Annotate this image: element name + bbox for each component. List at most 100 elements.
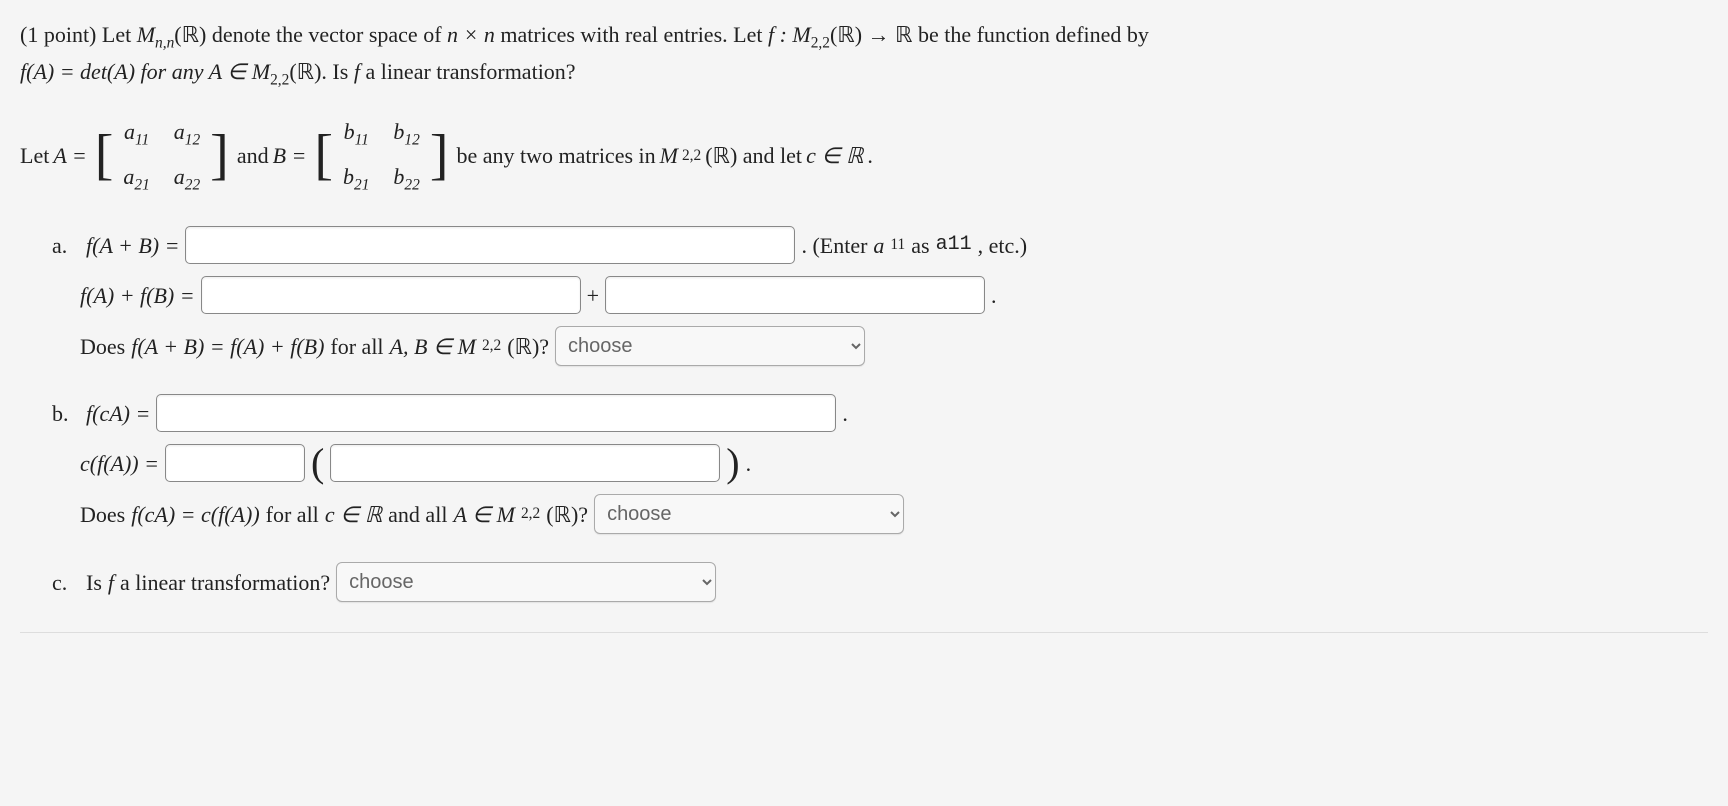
problem-container: (1 point) Let Mn,n(ℝ) denote the vector … xyxy=(20,18,1708,633)
part-c-f: f xyxy=(108,566,114,599)
b-equals: B = xyxy=(273,139,307,172)
b12: b12 xyxy=(393,115,419,152)
fafb-label: f(A) + f(B) = xyxy=(80,279,195,312)
lparen: ( xyxy=(311,447,324,479)
part-b: b. f(cA) = . c(f(A)) = ( ) . Does f(cA) … xyxy=(52,394,1708,534)
does-a-ab: A, B ∈ M xyxy=(390,330,476,363)
does-b-r: (ℝ)? xyxy=(546,498,588,531)
c-in-r: c ∈ ℝ xyxy=(806,139,863,172)
mnn-subscript: n,n xyxy=(155,34,174,51)
part-b-row1: b. f(cA) = . xyxy=(52,394,1708,432)
a-equals: A = xyxy=(53,139,86,172)
does-b-a: A ∈ M xyxy=(453,498,515,531)
b11: b11 xyxy=(343,115,369,152)
f-def: f : M xyxy=(768,22,811,47)
period-b1: . xyxy=(842,397,848,430)
setup-after: be any two matrices in xyxy=(456,139,655,172)
does-a-text: Does xyxy=(80,330,125,363)
divider xyxy=(20,632,1708,633)
fab-input[interactable] xyxy=(185,226,795,264)
a12: a12 xyxy=(174,115,200,152)
hint-1: . (Enter xyxy=(801,229,867,262)
line2-sub: 2,2 xyxy=(270,71,289,88)
line2-b: A ∈ M xyxy=(209,59,271,84)
bracket-right-icon: ] xyxy=(430,133,449,178)
matrix-a-content: a11 a12 a21 a22 xyxy=(113,115,210,196)
does-b-text: Does xyxy=(80,498,125,531)
matrix-a: [ a11 a12 a21 a22 ] xyxy=(95,115,229,196)
sub-parts: a. f(A + B) = . (Enter a11 as a11, etc.)… xyxy=(20,226,1708,602)
period-b2: . xyxy=(746,447,752,480)
rparen: ) xyxy=(726,447,739,479)
does-b-eq: f(cA) = c(f(A)) xyxy=(131,498,259,531)
hint-3: as xyxy=(911,229,929,262)
hint-5: , etc.) xyxy=(978,229,1027,262)
bracket-right-icon: ] xyxy=(210,133,229,178)
matrix-b-content: b11 b12 b21 b22 xyxy=(333,115,430,196)
does-b-sub: 2,2 xyxy=(521,502,540,525)
does-b-c: c ∈ ℝ xyxy=(325,498,382,531)
bracket-left-icon: [ xyxy=(314,133,333,178)
fca-input[interactable] xyxy=(156,394,836,432)
c-input[interactable] xyxy=(165,444,305,482)
period-a2: . xyxy=(991,279,997,312)
does-b-for: for all xyxy=(266,498,319,531)
and-b-text: and xyxy=(237,139,269,172)
intro-text-2: matrices with real entries. Let xyxy=(495,22,768,47)
part-a-label: a. xyxy=(52,229,72,262)
let-a-text: Let xyxy=(20,139,49,172)
fa-paren-input[interactable] xyxy=(330,444,720,482)
part-b-select[interactable]: choose xyxy=(594,494,904,534)
intro-text-3: (ℝ) → ℝ be the function defined by xyxy=(830,22,1149,47)
line2-e: a linear transformation? xyxy=(360,59,576,84)
a22: a22 xyxy=(174,160,200,197)
part-b-row2: c(f(A)) = ( ) . xyxy=(52,444,1708,482)
mnn-symbol: M xyxy=(137,22,155,47)
points-text: (1 point) Let xyxy=(20,22,137,47)
a11: a11 xyxy=(123,115,149,152)
part-a: a. f(A + B) = . (Enter a11 as a11, etc.)… xyxy=(52,226,1708,366)
part-c-row1: c. Is f a linear transformation? choose xyxy=(52,562,1708,602)
does-a-for: for all xyxy=(330,330,383,363)
hint-4: a11 xyxy=(936,230,972,260)
part-b-label: b. xyxy=(52,397,72,430)
problem-intro: (1 point) Let Mn,n(ℝ) denote the vector … xyxy=(20,18,1708,91)
intro-text-1: (ℝ) denote the vector space of xyxy=(174,22,447,47)
fa-input[interactable] xyxy=(201,276,581,314)
bracket-left-icon: [ xyxy=(95,133,114,178)
m22: M xyxy=(660,139,678,172)
plus-sign: + xyxy=(587,279,599,312)
does-b-and: and all xyxy=(388,498,447,531)
part-c-question: Is xyxy=(86,566,102,599)
part-a-row3: Does f(A + B) = f(A) + f(B) for all A, B… xyxy=(52,326,1708,366)
part-c-rest: a linear transformation? xyxy=(120,566,330,599)
part-c-select[interactable]: choose xyxy=(336,562,716,602)
fca-label: f(cA) = xyxy=(86,397,150,430)
does-a-r: (ℝ)? xyxy=(507,330,549,363)
part-b-row3: Does f(cA) = c(f(A)) for all c ∈ ℝ and a… xyxy=(52,494,1708,534)
m22-sub: 2,2 xyxy=(682,144,701,167)
b21: b21 xyxy=(343,160,369,197)
line2-a: f(A) = det(A) for any xyxy=(20,59,209,84)
f-def-sub: 2,2 xyxy=(811,34,830,51)
part-a-row2: f(A) + f(B) = + . xyxy=(52,276,1708,314)
setup-period: . xyxy=(867,139,873,172)
matrix-setup: Let A = [ a11 a12 a21 a22 ] and B = [ b1… xyxy=(20,115,1708,196)
part-a-row1: a. f(A + B) = . (Enter a11 as a11, etc.) xyxy=(52,226,1708,264)
part-c-label: c. xyxy=(52,566,72,599)
part-c: c. Is f a linear transformation? choose xyxy=(52,562,1708,602)
part-a-select[interactable]: choose xyxy=(555,326,865,366)
line2-c: (ℝ). Is xyxy=(289,59,353,84)
a21: a21 xyxy=(123,160,149,197)
does-a-eq: f(A + B) = f(A) + f(B) xyxy=(131,330,324,363)
nxn-text: n × n xyxy=(447,22,495,47)
hint-2-sub: 11 xyxy=(890,233,905,256)
matrix-b: [ b11 b12 b21 b22 ] xyxy=(314,115,448,196)
fab-label: f(A + B) = xyxy=(86,229,179,262)
cfa-label: c(f(A)) = xyxy=(80,447,159,480)
fb-input[interactable] xyxy=(605,276,985,314)
hint-2: a xyxy=(873,229,884,262)
m22-after: (ℝ) and let xyxy=(705,139,802,172)
does-a-sub: 2,2 xyxy=(482,334,501,357)
b22: b22 xyxy=(393,160,419,197)
